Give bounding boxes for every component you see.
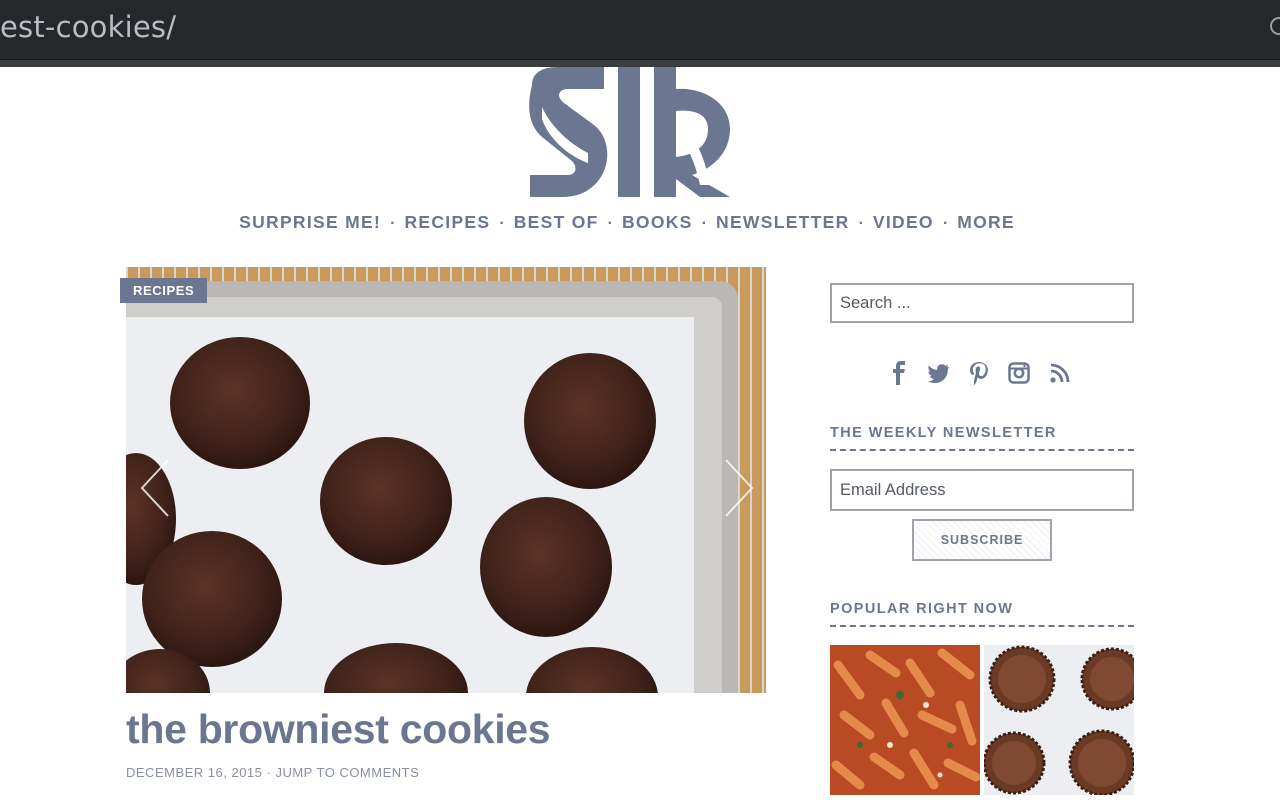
chevron-left-icon[interactable] (138, 458, 172, 518)
rss-icon[interactable] (1048, 361, 1070, 385)
social-links (888, 361, 1070, 387)
chevron-right-icon[interactable] (722, 458, 756, 518)
category-badge[interactable]: RECIPES (120, 278, 208, 303)
email-field[interactable] (830, 469, 1134, 511)
nav-separator: · (942, 215, 949, 232)
hero-image[interactable] (126, 267, 766, 693)
nav-separator: · (701, 215, 707, 232)
nav-separator: · (607, 215, 613, 232)
main-nav: SURPRISE ME! · RECIPES · BEST OF · BOOKS · NEWSL… (0, 212, 1254, 233)
popular-widget-title: POPULAR RIGHT NOW (830, 601, 1134, 627)
search-input[interactable] (830, 283, 1134, 323)
post-meta: DECEMBER 16, 2015 · JUMP TO COMMENTS (126, 765, 419, 780)
nav-separator: · (499, 215, 505, 232)
pinterest-icon[interactable] (968, 361, 990, 386)
browser-toolbar-edge (0, 60, 1280, 67)
nav-separator: · (858, 215, 864, 232)
newsletter-widget-title: THE WEEKLY NEWSLETTER (830, 425, 1134, 451)
nav-best-of[interactable]: BEST OF (514, 212, 599, 233)
nav-more[interactable]: MORE (957, 212, 1015, 233)
nav-video[interactable]: VIDEO (873, 212, 934, 233)
facebook-icon[interactable] (888, 361, 910, 385)
jump-to-comments-link[interactable]: JUMP TO COMMENTS (275, 765, 419, 780)
nav-newsletter[interactable]: NEWSLETTER (716, 212, 850, 233)
instagram-icon[interactable] (1008, 361, 1030, 385)
subscribe-button[interactable]: SUBSCRIBE (912, 519, 1052, 561)
meta-separator: · (262, 765, 276, 780)
url-text[interactable]: est-cookies/ (0, 10, 176, 44)
post-date: DECEMBER 16, 2015 (126, 765, 263, 780)
post-title[interactable]: the browniest cookies (126, 706, 551, 753)
twitter-icon[interactable] (928, 361, 950, 385)
site-logo[interactable] (528, 67, 732, 199)
nav-recipes[interactable]: RECIPES (404, 212, 490, 233)
nav-separator: · (390, 215, 396, 232)
browser-url-bar[interactable]: est-cookies/ (0, 0, 1280, 60)
reload-icon[interactable] (1270, 17, 1280, 35)
nav-surprise-me[interactable]: SURPRISE ME! (239, 212, 381, 233)
nav-books[interactable]: BOOKS (622, 212, 693, 233)
popular-post-thumbnail[interactable] (984, 645, 1134, 795)
popular-post-thumbnail[interactable] (830, 645, 980, 795)
